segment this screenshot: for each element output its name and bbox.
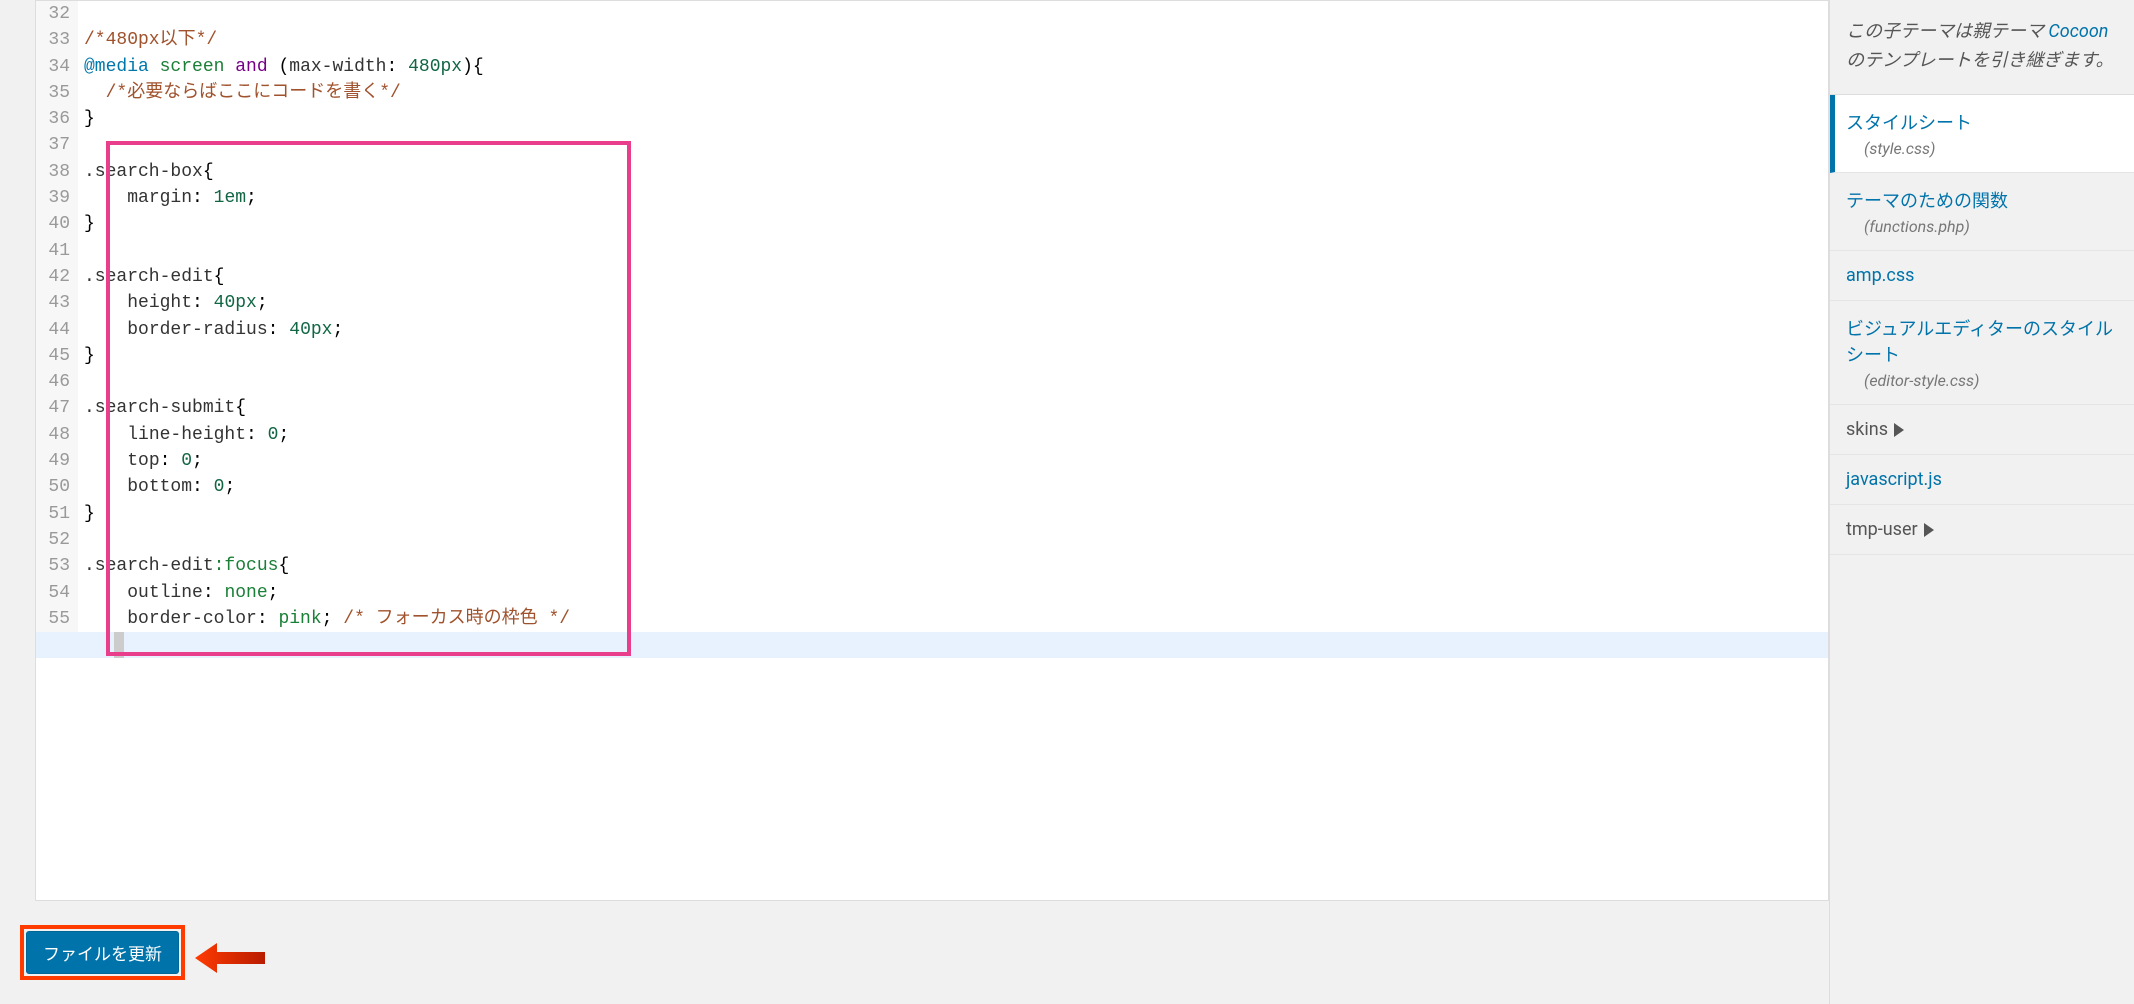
- line-number-gutter: 3233343536373839404142434445464748495051…: [36, 1, 78, 658]
- line-number: 33: [40, 27, 70, 53]
- cursor-mark: [114, 632, 124, 658]
- code-line[interactable]: .search-edit:focus{: [84, 553, 1828, 579]
- code-line[interactable]: [84, 238, 1828, 264]
- line-number: 40: [40, 211, 70, 237]
- parent-theme-link[interactable]: Cocoon: [2048, 21, 2108, 42]
- code-line[interactable]: margin: 1em;: [84, 185, 1828, 211]
- file-list-item-label: javascript.js: [1846, 469, 1942, 490]
- code-line[interactable]: }: [84, 106, 1828, 132]
- footer-bar: ファイルを更新: [20, 901, 1829, 1004]
- code-lines[interactable]: /*480px以下*/@media screen and (max-width:…: [78, 1, 1828, 658]
- code-line[interactable]: border-radius: 40px;: [84, 317, 1828, 343]
- code-line[interactable]: outline: none;: [84, 580, 1828, 606]
- line-number: 45: [40, 343, 70, 369]
- code-line[interactable]: .search-edit{: [84, 264, 1828, 290]
- line-number: 35: [40, 80, 70, 106]
- expand-triangle-icon: [1924, 523, 1934, 537]
- line-number: 47: [40, 395, 70, 421]
- code-line[interactable]: }: [84, 343, 1828, 369]
- code-line[interactable]: @media screen and (max-width: 480px){: [84, 54, 1828, 80]
- line-number: 52: [40, 527, 70, 553]
- line-number: 54: [40, 580, 70, 606]
- file-list-item-label: ビジュアルエディターのスタイルシート: [1846, 319, 2113, 366]
- file-list-item[interactable]: amp.css: [1830, 251, 2134, 301]
- line-number: 50: [40, 474, 70, 500]
- expand-triangle-icon: [1894, 423, 1904, 437]
- code-line[interactable]: .search-submit{: [84, 395, 1828, 421]
- line-number: 42: [40, 264, 70, 290]
- code-editor[interactable]: 3233343536373839404142434445464748495051…: [35, 0, 1829, 901]
- code-line[interactable]: /*480px以下*/: [84, 27, 1828, 53]
- file-list: スタイルシート (style.css) テーマのための関数 (functions.ph…: [1830, 95, 2134, 555]
- file-list-item-label: tmp-user: [1846, 519, 1918, 540]
- line-number: 55: [40, 606, 70, 632]
- line-number: 48: [40, 422, 70, 448]
- line-number: 38: [40, 159, 70, 185]
- file-list-item-sub: (style.css): [1846, 139, 2118, 158]
- file-list-item-sub: (editor-style.css): [1846, 371, 2118, 390]
- notice-text-suffix: のテンプレートを引き継ぎます。: [1846, 50, 2114, 71]
- code-line[interactable]: [84, 1, 1828, 27]
- code-line[interactable]: }: [84, 211, 1828, 237]
- line-number: 46: [40, 369, 70, 395]
- code-line[interactable]: [84, 527, 1828, 553]
- file-list-item-label: amp.css: [1846, 265, 1914, 286]
- line-number: 34: [40, 54, 70, 80]
- line-number: 36: [40, 106, 70, 132]
- file-list-item-sub: (functions.php): [1846, 217, 2118, 236]
- file-list-item[interactable]: skins: [1830, 405, 2134, 455]
- annotation-button-outline: ファイルを更新: [20, 925, 185, 980]
- file-list-item[interactable]: javascript.js: [1830, 455, 2134, 505]
- file-list-item-label: skins: [1846, 419, 1888, 440]
- line-number: 53: [40, 553, 70, 579]
- update-file-button[interactable]: ファイルを更新: [26, 931, 179, 974]
- code-line[interactable]: [84, 132, 1828, 158]
- line-number: 41: [40, 238, 70, 264]
- code-line[interactable]: bottom: 0;: [84, 474, 1828, 500]
- sidebar: この子テーマは親テーマ Cocoon のテンプレートを引き継ぎます。 スタイルシ…: [1829, 0, 2134, 1004]
- code-line[interactable]: border-color: pink; /* フォーカス時の枠色 */: [84, 606, 1828, 632]
- line-number: 39: [40, 185, 70, 211]
- editor-pane: 3233343536373839404142434445464748495051…: [0, 0, 1829, 1004]
- theme-notice: この子テーマは親テーマ Cocoon のテンプレートを引き継ぎます。: [1830, 0, 2134, 95]
- code-line[interactable]: height: 40px;: [84, 290, 1828, 316]
- line-number: 43: [40, 290, 70, 316]
- line-number: 44: [40, 317, 70, 343]
- file-list-item[interactable]: テーマのための関数 (functions.php): [1830, 173, 2134, 251]
- line-number: 49: [40, 448, 70, 474]
- code-line[interactable]: line-height: 0;: [84, 422, 1828, 448]
- code-line[interactable]: [84, 369, 1828, 395]
- line-number: 51: [40, 501, 70, 527]
- file-list-item-label: スタイルシート: [1846, 113, 1972, 134]
- active-line: [36, 632, 1828, 658]
- code-line[interactable]: }: [84, 501, 1828, 527]
- line-number: 32: [40, 1, 70, 27]
- annotation-arrow-icon: [195, 943, 265, 973]
- file-list-item[interactable]: ビジュアルエディターのスタイルシート (editor-style.css): [1830, 301, 2134, 405]
- line-number: 37: [40, 132, 70, 158]
- code-line[interactable]: /*必要ならばここにコードを書く*/: [84, 80, 1828, 106]
- file-list-item[interactable]: スタイルシート (style.css): [1830, 95, 2134, 173]
- code-line[interactable]: .search-box{: [84, 159, 1828, 185]
- file-list-item[interactable]: tmp-user: [1830, 505, 2134, 555]
- file-list-item-label: テーマのための関数: [1846, 191, 2008, 212]
- code-line[interactable]: top: 0;: [84, 448, 1828, 474]
- notice-text: この子テーマは親テーマ: [1846, 21, 2048, 42]
